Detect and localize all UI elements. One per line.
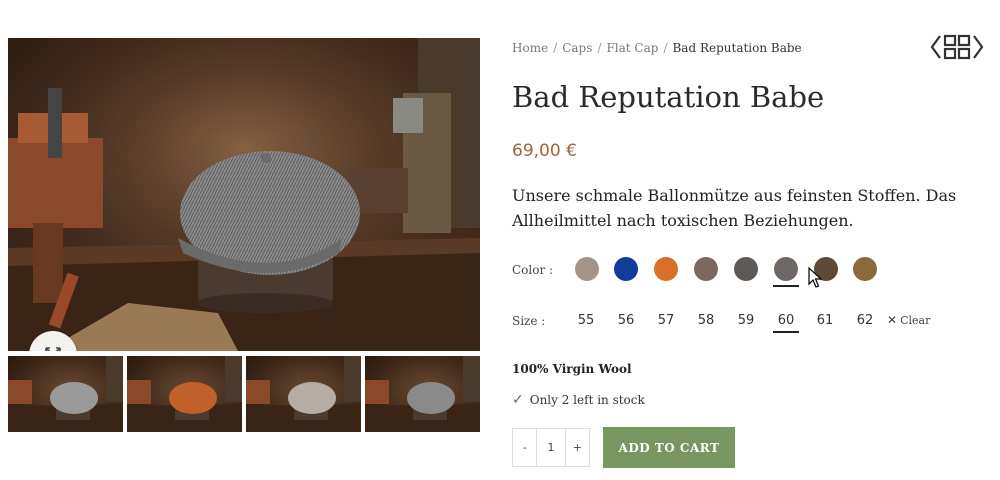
stock-status: ✓ Only 2 left in stock (512, 392, 645, 408)
color-swatch-4[interactable] (694, 257, 718, 281)
breadcrumb-home[interactable]: Home (512, 41, 548, 55)
gallery-thumbnail-1[interactable] (8, 356, 123, 432)
grid-nav-icon (930, 34, 984, 60)
thumbnail-photo (246, 356, 361, 432)
color-label: Color : (512, 263, 554, 277)
product-main-image[interactable] (8, 38, 480, 351)
breadcrumb-separator: / (553, 41, 558, 55)
close-icon: ✕ (887, 313, 898, 327)
mouse-cursor-icon (808, 267, 822, 288)
size-option-56[interactable]: 56 (613, 313, 639, 328)
product-price: 69,00 € (512, 141, 577, 161)
breadcrumb-caps[interactable]: Caps (562, 41, 592, 55)
gallery-thumbnail-2[interactable] (127, 356, 242, 432)
breadcrumb: Home / Caps / Flat Cap / Bad Reputation Babe (512, 41, 802, 55)
quantity-plus-button[interactable]: + (566, 429, 589, 466)
thumbnail-photo (8, 356, 123, 432)
color-swatch-1[interactable] (575, 257, 599, 281)
size-option-58[interactable]: 58 (693, 313, 719, 328)
selected-size-indicator (773, 331, 799, 333)
size-option-62[interactable]: 62 (852, 313, 878, 328)
color-swatch-8[interactable] (853, 257, 877, 281)
color-swatch-3[interactable] (654, 257, 678, 281)
breadcrumb-separator: / (597, 41, 602, 55)
size-option-55[interactable]: 55 (573, 313, 599, 328)
selected-color-indicator (773, 285, 799, 287)
gallery-thumbnail-3[interactable] (246, 356, 361, 432)
clear-label: Clear (900, 314, 931, 327)
gallery-thumbnail-4[interactable] (365, 356, 480, 432)
product-nav-button[interactable] (930, 33, 984, 61)
breadcrumb-current: Bad Reputation Babe (672, 41, 802, 55)
stock-text: Only 2 left in stock (529, 393, 645, 407)
product-photo (8, 38, 480, 351)
add-to-cart-button[interactable]: ADD TO CART (603, 427, 735, 468)
size-option-60[interactable]: 60 (773, 313, 799, 328)
quantity-minus-button[interactable]: - (513, 429, 536, 466)
expand-arrows-icon (45, 347, 61, 351)
breadcrumb-flat-cap[interactable]: Flat Cap (606, 41, 658, 55)
color-swatch-5[interactable] (734, 257, 758, 281)
size-label: Size : (512, 314, 546, 328)
breadcrumb-separator: / (663, 41, 668, 55)
color-swatch-2[interactable] (614, 257, 638, 281)
product-title: Bad Reputation Babe (512, 80, 825, 114)
quantity-input[interactable]: 1 (536, 429, 566, 466)
color-swatch-6[interactable] (774, 257, 798, 281)
thumbnail-photo (127, 356, 242, 432)
quantity-stepper: - 1 + (512, 428, 590, 467)
thumbnail-photo (365, 356, 480, 432)
material-info: 100% Virgin Wool (512, 362, 632, 376)
size-option-57[interactable]: 57 (653, 313, 679, 328)
clear-button[interactable]: ✕ Clear (887, 313, 930, 327)
size-option-61[interactable]: 61 (812, 313, 838, 328)
product-description: Unsere schmale Ballonmütze aus feinsten … (512, 186, 957, 230)
checkmark-icon: ✓ (512, 392, 524, 408)
size-option-59[interactable]: 59 (733, 313, 759, 328)
